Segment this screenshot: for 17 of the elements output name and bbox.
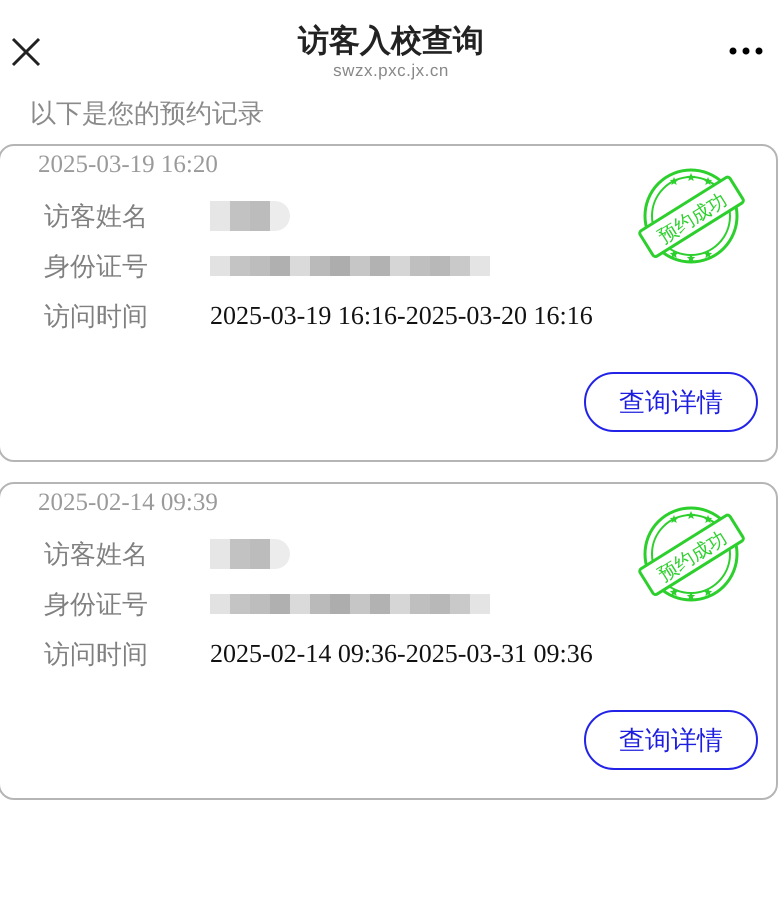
more-icon[interactable]: [728, 46, 764, 56]
visit-time: 2025-03-19 16:16-2025-03-20 16:16: [210, 301, 593, 331]
visit-time: 2025-02-14 09:36-2025-03-31 09:36: [210, 639, 593, 669]
field-label: 身份证号: [43, 588, 149, 622]
field-label: 访客姓名: [43, 200, 149, 234]
record-date: 2025-03-19 16:20: [38, 150, 218, 180]
page-title: 访客入校查询: [298, 22, 484, 60]
record-date: 2025-02-14 09:39: [38, 488, 218, 518]
details-button[interactable]: 查询详情: [584, 710, 758, 770]
details-button[interactable]: 查询详情: [584, 372, 758, 432]
field-label: 访问时间: [43, 300, 149, 334]
field-label: 访问时间: [43, 638, 149, 672]
field-label: 身份证号: [43, 250, 149, 284]
intro-text: 以下是您的预约记录: [30, 98, 265, 131]
close-icon[interactable]: [10, 36, 42, 68]
field-label: 访客姓名: [43, 538, 149, 572]
site-domain: swzx.pxc.jx.cn: [333, 60, 449, 82]
